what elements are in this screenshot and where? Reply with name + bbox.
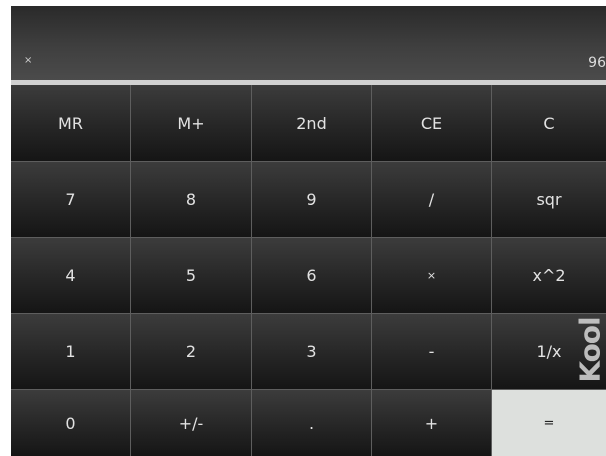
digit-0-button[interactable]: 0 bbox=[11, 390, 131, 456]
negate-button[interactable]: +/- bbox=[131, 390, 252, 456]
square-root-button[interactable]: sqr bbox=[492, 162, 606, 238]
clear-entry-button[interactable]: CE bbox=[372, 85, 492, 162]
memory-recall-button[interactable]: MR bbox=[11, 85, 131, 162]
multiply-button[interactable]: × bbox=[372, 238, 492, 314]
digit-8-button[interactable]: 8 bbox=[131, 162, 252, 238]
calculator: × 96 MR M+ 2nd CE C 7 8 9 / sqr 4 5 6 × … bbox=[11, 6, 606, 456]
digit-7-button[interactable]: 7 bbox=[11, 162, 131, 238]
digit-1-button[interactable]: 1 bbox=[11, 314, 131, 390]
display-operator: × bbox=[24, 55, 33, 66]
equals-button[interactable]: = bbox=[492, 390, 606, 456]
digit-6-button[interactable]: 6 bbox=[252, 238, 372, 314]
display-value: 96 bbox=[588, 55, 606, 71]
decimal-point-button[interactable]: . bbox=[252, 390, 372, 456]
add-button[interactable]: + bbox=[372, 390, 492, 456]
memory-add-button[interactable]: M+ bbox=[131, 85, 252, 162]
second-function-button[interactable]: 2nd bbox=[252, 85, 372, 162]
subtract-button[interactable]: - bbox=[372, 314, 492, 390]
square-button[interactable]: x^2 bbox=[492, 238, 606, 314]
digit-9-button[interactable]: 9 bbox=[252, 162, 372, 238]
digit-5-button[interactable]: 5 bbox=[131, 238, 252, 314]
digit-3-button[interactable]: 3 bbox=[252, 314, 372, 390]
reciprocal-button[interactable]: 1/x bbox=[492, 314, 606, 390]
digit-2-button[interactable]: 2 bbox=[131, 314, 252, 390]
keypad: MR M+ 2nd CE C 7 8 9 / sqr 4 5 6 × x^2 1… bbox=[11, 85, 606, 456]
digit-4-button[interactable]: 4 bbox=[11, 238, 131, 314]
clear-button[interactable]: C bbox=[492, 85, 606, 162]
display: × 96 bbox=[11, 6, 606, 80]
divide-button[interactable]: / bbox=[372, 162, 492, 238]
